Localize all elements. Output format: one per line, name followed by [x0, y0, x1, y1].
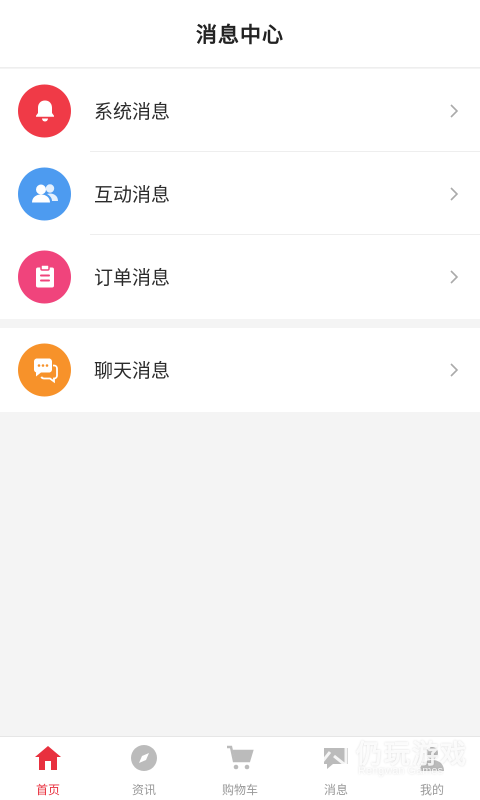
bell-icon — [18, 84, 71, 137]
chevron-right-icon — [450, 269, 459, 284]
tab-cart[interactable]: 购物车 — [192, 737, 288, 800]
clipboard-icon — [18, 250, 71, 303]
compass-icon — [129, 743, 159, 773]
tab-messages[interactable]: 消息 — [288, 737, 384, 800]
tab-profile[interactable]: 我的 — [384, 737, 480, 800]
system-messages-label: 系统消息 — [94, 101, 171, 123]
tab-cart-label: 购物车 — [221, 783, 258, 797]
tab-news-label: 资讯 — [131, 783, 156, 797]
chevron-right-icon — [450, 362, 459, 377]
tab-news[interactable]: 资讯 — [96, 737, 192, 800]
header-bar: 消息中心 — [0, 0, 480, 68]
interaction-messages-label: 互动消息 — [94, 184, 171, 206]
message-group-1: 系统消息 互动消息 订单消息 — [0, 69, 480, 319]
users-icon — [18, 167, 71, 220]
bottom-tab-bar: 首页 资讯 购物车 消息 我的 — [0, 736, 480, 800]
tab-home-label: 首页 — [35, 783, 60, 797]
home-icon — [33, 743, 63, 773]
chat-messages-item[interactable]: 聊天消息 — [0, 328, 480, 411]
order-messages-item[interactable]: 订单消息 — [0, 235, 480, 318]
cart-icon — [225, 743, 255, 773]
tab-profile-label: 我的 — [419, 783, 444, 797]
chevron-right-icon — [450, 103, 459, 118]
tab-home[interactable]: 首页 — [0, 737, 96, 800]
chevron-right-icon — [450, 186, 459, 201]
message-group-2: 聊天消息 — [0, 328, 480, 412]
order-messages-label: 订单消息 — [94, 267, 171, 289]
chat-icon — [18, 343, 71, 396]
system-messages-item[interactable]: 系统消息 — [0, 69, 480, 152]
page-title: 消息中心 — [196, 22, 284, 47]
user-icon — [417, 743, 447, 773]
chat-messages-label: 聊天消息 — [94, 360, 171, 382]
interaction-messages-item[interactable]: 互动消息 — [0, 152, 480, 235]
message-icon — [321, 743, 351, 773]
tab-messages-label: 消息 — [323, 783, 348, 797]
